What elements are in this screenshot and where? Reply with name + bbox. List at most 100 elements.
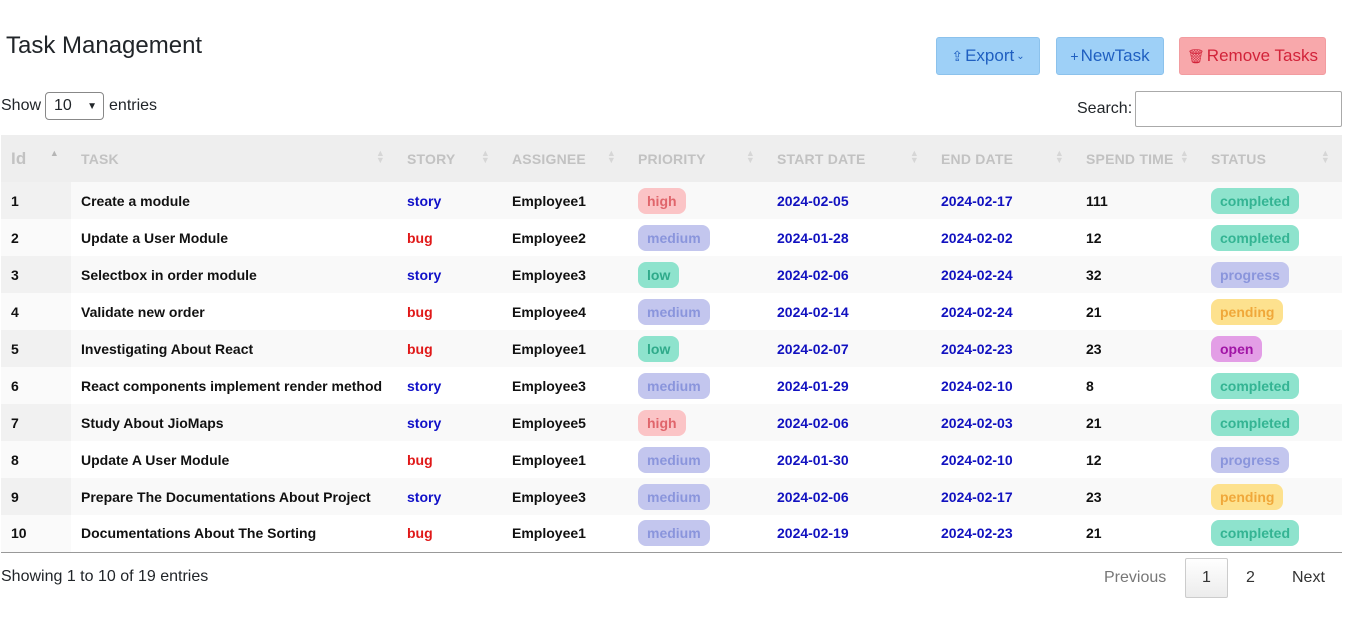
cell-assignee: Employee1 (502, 330, 628, 367)
cell-spend-time-text: 23 (1086, 340, 1102, 357)
cell-spend-time: 21 (1076, 515, 1201, 552)
column-header-story[interactable]: STORY ▲ ▼ (397, 135, 502, 182)
table-row[interactable]: 7 Study About JioMaps story Employee5 high 20… (1, 404, 1342, 441)
column-header-id[interactable]: Id ▲ (1, 135, 71, 182)
entries-label: entries (109, 97, 158, 114)
cell-story: story (397, 182, 502, 219)
cell-spend-time-text: 21 (1086, 303, 1102, 320)
cell-story: bug (397, 515, 502, 552)
trash-icon: 🗑 (1187, 47, 1205, 64)
column-header-label: STORY (407, 150, 456, 167)
search-box: Search: (1077, 91, 1343, 127)
table-row[interactable]: 3 Selectbox in order module story Employee3… (1, 256, 1342, 293)
cell-start-date: 2024-02-19 (767, 515, 931, 552)
cell-assignee-text: Employee5 (512, 414, 586, 431)
cell-spend-time: 32 (1076, 256, 1201, 293)
cell-end-date: 2024-02-03 (931, 404, 1076, 441)
cell-assignee: Employee3 (502, 478, 628, 515)
new-task-button[interactable]: + NewTask (1056, 37, 1164, 75)
export-button[interactable]: ⇪ Export ⌄ (936, 37, 1040, 75)
priority-badge: low (638, 261, 680, 288)
new-task-label: NewTask (1080, 46, 1150, 65)
cell-end-date: 2024-02-23 (931, 330, 1076, 367)
cell-story: story (397, 367, 502, 404)
cell-id: 9 (1, 478, 71, 515)
table-row[interactable]: 8 Update A User Module bug Employee1 medium 2… (1, 441, 1342, 478)
table-row[interactable]: 10 Documentations About The Sorting bug Emp… (1, 515, 1342, 552)
date-value: 2024-01-29 (777, 377, 849, 394)
pagination-page-1[interactable]: 1 (1185, 558, 1228, 598)
cell-status: progress (1201, 256, 1342, 293)
cell-task: Investigating About React (71, 330, 397, 367)
sort-icon: ▲ ▼ (1054, 148, 1064, 165)
cell-end-date: 2024-02-10 (931, 441, 1076, 478)
cell-end-date: 2024-02-10 (931, 367, 1076, 404)
cell-spend-time-text: 23 (1086, 488, 1102, 505)
remove-tasks-button[interactable]: 🗑 Remove Tasks (1179, 37, 1326, 75)
priority-badge: medium (638, 446, 710, 473)
pagination-previous[interactable]: Previous (1104, 558, 1166, 598)
table-row[interactable]: 1 Create a module story Employee1 high 2024-0… (1, 182, 1342, 219)
export-label: Export (965, 46, 1015, 65)
column-header-status[interactable]: STATUS ▲ ▼ (1201, 135, 1342, 182)
cell-spend-time: 21 (1076, 404, 1201, 441)
entries-select[interactable]: 10 ▼ (45, 92, 105, 120)
table-row[interactable]: 5 Investigating About React bug Employee1 lo… (1, 330, 1342, 367)
priority-badge: medium (638, 520, 710, 547)
cell-task-text: Documentations About The Sorting (81, 525, 317, 542)
date-value: 2024-02-24 (941, 303, 1013, 320)
story-type: story (407, 192, 442, 209)
column-header-priority[interactable]: PRIORITY ▲ ▼ (628, 135, 767, 182)
cell-priority: medium (628, 441, 767, 478)
sort-icon: ▲ ▼ (745, 148, 755, 165)
sort-icon: ▲ ▼ (480, 148, 490, 165)
status-badge: pending (1211, 483, 1284, 510)
table-header-row: Id ▲ TASK ▲ ▼ STORY ▲ ▼ ASSIGNEE ▲ ▼ PRIORITY ▲ ▼… (1, 135, 1342, 182)
cell-task: Prepare The Documentations About Project (71, 478, 397, 515)
table-row[interactable]: 6 React components implement render metho… (1, 367, 1342, 404)
cell-end-date: 2024-02-17 (931, 182, 1076, 219)
story-type: bug (407, 525, 433, 542)
cell-task: Study About JioMaps (71, 404, 397, 441)
table-row[interactable]: 9 Prepare The Documentations About Projec… (1, 478, 1342, 515)
entries-value: 10 (54, 97, 72, 114)
page-title: Task Management (6, 32, 203, 59)
column-header-label: START DATE (777, 150, 866, 167)
cell-task: Create a module (71, 182, 397, 219)
column-header-task[interactable]: TASK ▲ ▼ (71, 135, 397, 182)
column-header-end-date[interactable]: END DATE ▲ ▼ (931, 135, 1076, 182)
cell-story: story (397, 478, 502, 515)
cell-task: Selectbox in order module (71, 256, 397, 293)
sort-icon: ▲ ▼ (375, 148, 385, 165)
search-input[interactable] (1135, 91, 1343, 127)
column-header-label: STATUS (1211, 150, 1267, 167)
cell-id-text: 4 (11, 303, 19, 320)
cell-id-text: 10 (11, 525, 27, 542)
pagination-page-2[interactable]: 2 (1246, 558, 1255, 598)
story-type: bug (407, 229, 433, 246)
date-value: 2024-02-17 (941, 192, 1013, 209)
pagination-next[interactable]: Next (1292, 558, 1325, 598)
cell-assignee: Employee5 (502, 404, 628, 441)
status-badge: pending (1211, 298, 1284, 325)
column-header-label: SPEND TIME (1086, 150, 1174, 167)
cell-priority: medium (628, 293, 767, 330)
length-menu: Show 10 ▼ entries (1, 92, 157, 120)
table-row[interactable]: 2 Update a User Module bug Employee2 medium 2… (1, 219, 1342, 256)
export-icon: ⇪ (951, 47, 964, 64)
date-value: 2024-02-24 (941, 266, 1013, 283)
date-value: 2024-02-06 (777, 266, 849, 283)
column-header-label: TASK (81, 150, 119, 167)
column-header-spend-time[interactable]: SPEND TIME ▲ ▼ (1076, 135, 1201, 182)
date-value: 2024-02-02 (941, 229, 1013, 246)
cell-priority: low (628, 256, 767, 293)
cell-story: bug (397, 330, 502, 367)
sort-icon: ▲ ▼ (606, 148, 616, 165)
cell-start-date: 2024-02-06 (767, 256, 931, 293)
cell-assignee-text: Employee1 (512, 340, 586, 357)
table-row[interactable]: 4 Validate new order bug Employee4 medium 202… (1, 293, 1342, 330)
column-header-assignee[interactable]: ASSIGNEE ▲ ▼ (502, 135, 628, 182)
column-header-start-date[interactable]: START DATE ▲ ▼ (767, 135, 931, 182)
story-type: story (407, 266, 442, 283)
cell-id-text: 3 (11, 266, 19, 283)
